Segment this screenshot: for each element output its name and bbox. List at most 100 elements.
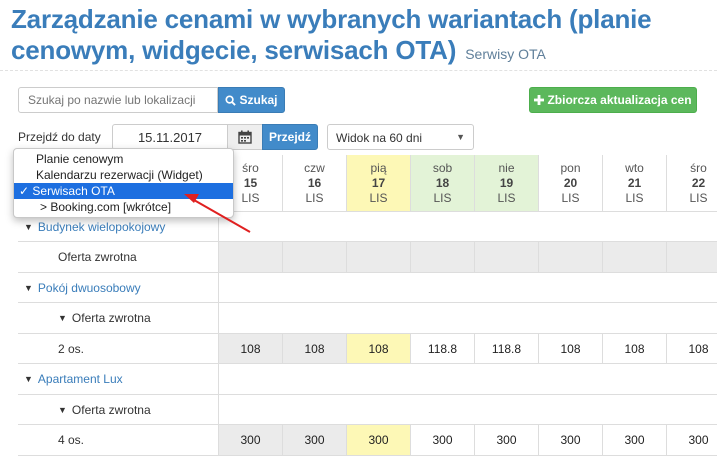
row-label: Pokój dwuosobowy xyxy=(37,280,141,295)
search-button[interactable]: Szukaj xyxy=(218,87,285,113)
price-cell[interactable]: 300 xyxy=(539,425,603,455)
date-dow: śro xyxy=(242,160,259,175)
table-row: ▼ Oferta zwrotna xyxy=(18,395,717,425)
date-dow: wto xyxy=(625,160,644,175)
table-row: 4 os. 300 300 300 300 300 300 300 300 xyxy=(18,425,717,456)
occupancy-label: 2 os. xyxy=(18,334,219,363)
table-row: ▼ Pokój dwuosobowy xyxy=(18,273,717,303)
date-dow: nie xyxy=(498,160,515,175)
dropdown-item[interactable]: > Booking.com [wkrótce] xyxy=(14,199,233,215)
row-label: Oferta zwrotna xyxy=(58,250,137,264)
empty-cell xyxy=(219,242,283,272)
price-cell[interactable]: 300 xyxy=(347,425,411,455)
date-header-cell: pon 20 LIS xyxy=(539,155,603,211)
view-range-value: Widok na 60 dni xyxy=(336,131,423,145)
price-cell[interactable]: 300 xyxy=(219,425,283,455)
date-header-cell: nie 19 LIS xyxy=(475,155,539,211)
caret-down-icon: ▼ xyxy=(24,374,33,384)
table-row: ▼ Apartament Lux xyxy=(18,364,717,395)
date-mon: LIS xyxy=(305,190,324,205)
variant-dropdown-menu[interactable]: Planie cenowym Kalendarzu rezerwacji (Wid… xyxy=(13,148,234,218)
room-type-toggle[interactable]: ▼ Apartament Lux xyxy=(18,364,219,394)
price-cell[interactable]: 118.8 xyxy=(475,334,539,363)
go-to-date-label: Przejdź do daty xyxy=(18,130,101,144)
page-subtitle: Serwisy OTA xyxy=(465,46,546,62)
date-header-cell: śro 22 LIS xyxy=(667,155,717,211)
go-button[interactable]: Przejdź xyxy=(262,124,318,150)
date-header-cell: pią 17 LIS xyxy=(347,155,411,211)
price-cell[interactable]: 108 xyxy=(347,334,411,363)
price-cell[interactable]: 108 xyxy=(667,334,717,363)
price-cell[interactable]: 300 xyxy=(283,425,347,455)
empty-cell xyxy=(283,242,347,272)
date-mon: LIS xyxy=(433,190,452,205)
price-cell[interactable]: 300 xyxy=(603,425,667,455)
calendar-button[interactable] xyxy=(227,124,263,150)
row-label: 2 os. xyxy=(58,341,85,356)
price-cell[interactable]: 300 xyxy=(667,425,717,455)
date-dow: pon xyxy=(560,160,581,175)
empty-cell xyxy=(539,242,603,272)
price-cell[interactable]: 108 xyxy=(283,334,347,363)
empty-cell xyxy=(603,242,667,272)
date-day: 15 xyxy=(243,175,258,190)
date-mon: LIS xyxy=(241,190,260,205)
date-header-cell: wto 21 LIS xyxy=(603,155,667,211)
price-cell[interactable]: 108 xyxy=(603,334,667,363)
caret-down-icon: ▼ xyxy=(24,221,33,232)
chevron-down-icon: ▼ xyxy=(456,132,465,142)
offer-toggle[interactable]: ▼ Oferta zwrotna xyxy=(18,395,219,424)
date-mon: LIS xyxy=(689,190,708,205)
date-day: 20 xyxy=(563,175,578,190)
caret-down-icon: ▼ xyxy=(58,313,67,323)
empty-cell xyxy=(347,242,411,272)
date-mon: LIS xyxy=(625,190,644,205)
date-day: 18 xyxy=(435,175,450,190)
price-cell[interactable]: 118.8 xyxy=(411,334,475,363)
caret-down-icon: ▼ xyxy=(24,282,33,293)
date-day: 21 xyxy=(627,175,642,190)
date-dow: śro xyxy=(690,160,707,175)
empty-cell xyxy=(475,242,539,272)
dropdown-item[interactable]: Kalendarzu rezerwacji (Widget) xyxy=(14,167,233,183)
row-label: Oferta zwrotna xyxy=(71,311,151,325)
date-dow: pią xyxy=(370,160,387,175)
date-dow: czw xyxy=(304,160,325,175)
price-cell[interactable]: 108 xyxy=(539,334,603,363)
date-mon: LIS xyxy=(497,190,516,205)
search-input[interactable] xyxy=(18,87,218,113)
date-day: 19 xyxy=(499,175,514,190)
empty-cell xyxy=(667,242,717,272)
row-label: Budynek wielopokojowy xyxy=(37,219,166,234)
room-type-toggle[interactable]: ▼ Pokój dwuosobowy xyxy=(18,273,219,302)
date-dow: sob xyxy=(432,160,453,175)
calendar-icon xyxy=(238,130,252,144)
empty-cell xyxy=(411,242,475,272)
view-range-select[interactable]: Widok na 60 dni ▼ xyxy=(327,124,474,150)
search-button-label: Szukaj xyxy=(239,93,278,107)
dropdown-item[interactable]: Planie cenowym xyxy=(14,151,233,167)
search-icon xyxy=(225,94,237,106)
caret-down-icon: ▼ xyxy=(58,404,67,415)
date-day: 22 xyxy=(691,175,706,190)
date-day: 16 xyxy=(307,175,322,190)
table-row: 2 os. 108 108 108 118.8 118.8 108 108 108 xyxy=(18,334,717,364)
page-title: Zarządzanie cenami w wybranych wariantac… xyxy=(11,4,711,70)
price-cell[interactable]: 300 xyxy=(411,425,475,455)
offer-label: Oferta zwrotna xyxy=(18,242,219,272)
plus-icon xyxy=(534,95,545,105)
date-day: 17 xyxy=(371,175,386,190)
offer-toggle[interactable]: ▼ Oferta zwrotna xyxy=(18,303,219,333)
date-input[interactable]: 15.11.2017 xyxy=(112,124,228,150)
page-title-text: Zarządzanie cenami w wybranych wariantac… xyxy=(11,4,652,65)
date-header-cell: sob 18 LIS xyxy=(411,155,475,211)
row-label: Apartament Lux xyxy=(37,372,123,386)
price-cell[interactable]: 108 xyxy=(219,334,283,363)
date-header-cell: czw 16 LIS xyxy=(283,155,347,211)
dropdown-item[interactable]: ✓ Serwisach OTA xyxy=(14,183,233,199)
date-mon: LIS xyxy=(561,190,580,205)
occupancy-label: 4 os. xyxy=(18,425,219,455)
divider xyxy=(0,70,717,71)
bulk-price-update-button[interactable]: Zbiorcza aktualizacja cen xyxy=(529,87,697,113)
price-cell[interactable]: 300 xyxy=(475,425,539,455)
